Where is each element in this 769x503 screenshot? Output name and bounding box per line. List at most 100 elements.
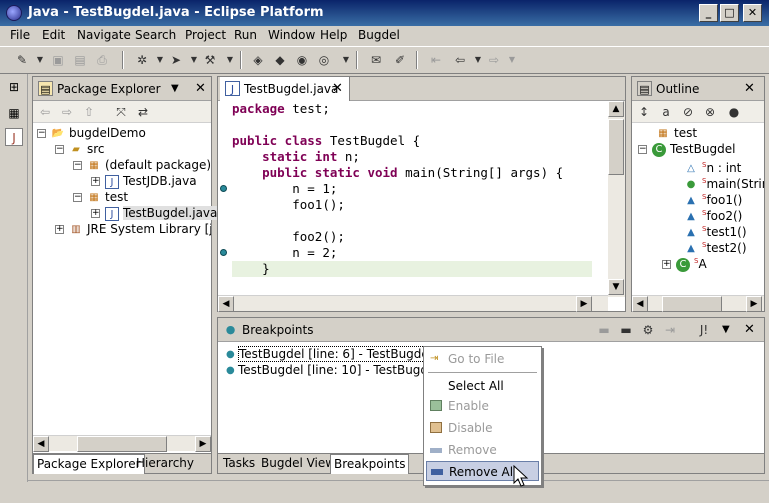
vertical-scrollbar[interactable]: ▲ ▼ xyxy=(608,101,625,297)
menu-enable[interactable]: Enable xyxy=(426,396,539,416)
close-window-button[interactable]: ✕ xyxy=(743,4,762,22)
scroll-left-icon[interactable]: ◀ xyxy=(33,436,49,452)
close-editor-icon[interactable]: ✕ xyxy=(332,81,343,96)
code-area[interactable]: package test; public class TestBugdel { … xyxy=(218,101,608,297)
menu-project[interactable]: Project xyxy=(185,28,226,42)
scroll-right-icon[interactable]: ▶ xyxy=(195,436,211,452)
scroll-right-icon[interactable]: ▶ xyxy=(746,296,762,312)
tree-item-jre[interactable]: + ▥ JRE System Library [j2 xyxy=(55,221,211,237)
search-icon[interactable]: ✐ xyxy=(392,52,408,68)
close-view-icon[interactable]: ✕ xyxy=(744,322,755,337)
scroll-left-icon[interactable]: ◀ xyxy=(632,296,648,312)
back-icon[interactable]: ⇦ xyxy=(37,104,53,120)
collapse-all-icon[interactable]: ⤧ xyxy=(113,104,129,120)
menu-run[interactable]: Run xyxy=(234,28,257,42)
save-all-icon[interactable]: ▤ xyxy=(72,52,88,68)
new-dropdown-2-icon[interactable]: ▼ xyxy=(338,52,354,68)
tab-package-explorer[interactable]: Package Explorer xyxy=(33,454,145,474)
outline-item-test1[interactable]: ▲ Stest1() xyxy=(684,221,746,239)
save-icon[interactable]: ▣ xyxy=(50,52,66,68)
horizontal-scrollbar[interactable]: ◀ ▶ xyxy=(632,295,764,312)
alpha-sort-icon[interactable]: a xyxy=(658,104,674,120)
tree-item-project[interactable]: − 📂 bugdelDemo xyxy=(37,125,146,141)
java-perspective-icon[interactable]: J xyxy=(5,128,23,146)
breakpoint-marker[interactable] xyxy=(220,185,227,192)
outline-item-field[interactable]: △ Sn : int xyxy=(684,157,741,175)
print-icon[interactable]: ⎙ xyxy=(94,52,110,68)
hide-fields-icon[interactable]: ⊘ xyxy=(680,104,696,120)
java-exception-breakpoint-icon[interactable]: J! xyxy=(696,322,712,338)
new-java-project-icon[interactable]: ◈ xyxy=(250,52,266,68)
resource-perspective-icon[interactable]: ▦ xyxy=(5,104,23,122)
horizontal-scrollbar[interactable]: ◀ ▶ xyxy=(33,435,211,452)
external-dropdown-icon[interactable]: ▼ xyxy=(222,52,238,68)
back-dropdown-icon[interactable]: ▼ xyxy=(470,52,486,68)
menu-help[interactable]: Help xyxy=(320,28,347,42)
run-icon[interactable]: ➤ xyxy=(168,52,184,68)
menu-bugdel[interactable]: Bugdel xyxy=(358,28,400,42)
forward-icon[interactable]: ⇨ xyxy=(486,52,502,68)
menu-search[interactable]: Search xyxy=(135,28,176,42)
outline-item-test2[interactable]: ▲ Stest2() xyxy=(684,237,746,255)
breakpoint-item[interactable]: ● TestBugdel [line: 10] - TestBugdel xyxy=(226,362,439,378)
debug-icon[interactable]: ✲ xyxy=(134,52,150,68)
outline-item-main[interactable]: ●Smain(String xyxy=(684,173,764,189)
scroll-thumb[interactable] xyxy=(662,296,722,312)
scroll-thumb[interactable] xyxy=(608,119,624,175)
open-perspective-icon[interactable]: ⊞ xyxy=(5,78,23,96)
scroll-right-icon[interactable]: ▶ xyxy=(576,296,592,312)
menu-window[interactable]: Window xyxy=(268,28,315,42)
close-view-icon[interactable]: ✕ xyxy=(744,81,755,96)
tree-item-testbugdel[interactable]: + J TestBugdel.java xyxy=(91,205,218,221)
tab-tasks[interactable]: Tasks xyxy=(220,456,258,470)
outline-item-foo1[interactable]: ▲ Sfoo1() xyxy=(684,189,742,207)
breakpoint-marker[interactable] xyxy=(220,249,227,256)
breakpoint-item[interactable]: ● TestBugdel [line: 6] - TestBugdel xyxy=(226,346,434,362)
run-dropdown-icon[interactable]: ▼ xyxy=(186,52,202,68)
menu-select-all[interactable]: Select All xyxy=(426,376,539,396)
new-class-icon[interactable]: ◉ xyxy=(294,52,310,68)
hide-static-icon[interactable]: ⊗ xyxy=(702,104,718,120)
open-type-icon[interactable]: ✉ xyxy=(368,52,384,68)
forward-dropdown-icon[interactable]: ▼ xyxy=(504,52,520,68)
scroll-left-icon[interactable]: ◀ xyxy=(218,296,234,312)
hide-nonpublic-icon[interactable]: ● xyxy=(726,104,742,120)
editor-tab[interactable]: J TestBugdel.java ✕ xyxy=(220,77,350,101)
debug-dropdown-icon[interactable]: ▼ xyxy=(152,52,168,68)
tree-item-testjdb[interactable]: + J TestJDB.java xyxy=(91,173,197,189)
horizontal-scrollbar[interactable]: ◀ ▶ xyxy=(218,295,608,312)
tree-item-default-package[interactable]: − ▦ (default package) xyxy=(73,157,211,173)
scroll-down-icon[interactable]: ▼ xyxy=(608,279,624,295)
new-icon[interactable]: ✎ xyxy=(14,52,30,68)
menu-file[interactable]: File xyxy=(10,28,30,42)
maximize-button[interactable]: □ xyxy=(720,4,739,22)
view-menu-icon[interactable]: ▼ xyxy=(171,83,179,94)
minimize-button[interactable]: _ xyxy=(699,4,718,22)
last-edit-icon[interactable]: ⇤ xyxy=(428,52,444,68)
scroll-thumb[interactable] xyxy=(77,436,167,452)
tab-breakpoints[interactable]: Breakpoints xyxy=(330,454,410,474)
up-icon[interactable]: ⇧ xyxy=(81,104,97,120)
menu-go-to-file[interactable]: ⇥ Go to File xyxy=(426,349,539,369)
tree-item-src[interactable]: − ▰ src xyxy=(55,141,105,157)
outline-item-foo2[interactable]: ▲ Sfoo2() xyxy=(684,205,742,223)
outline-item-inner-class[interactable]: + C SA xyxy=(662,253,707,272)
new-dropdown-icon[interactable]: ▼ xyxy=(32,52,48,68)
remove-breakpoint-icon[interactable]: ▬ xyxy=(596,322,612,338)
go-to-file-icon[interactable]: ⇥ xyxy=(662,322,678,338)
outline-item-package[interactable]: ▦ test xyxy=(656,125,697,141)
scroll-up-icon[interactable]: ▲ xyxy=(608,101,624,117)
close-view-icon[interactable]: ✕ xyxy=(195,81,206,96)
menu-navigate[interactable]: Navigate xyxy=(77,28,131,42)
new-interface-icon[interactable]: ◎ xyxy=(316,52,332,68)
menu-edit[interactable]: Edit xyxy=(42,28,65,42)
new-package-icon[interactable]: ◆ xyxy=(272,52,288,68)
show-supported-icon[interactable]: ⚙ xyxy=(640,322,656,338)
tree-item-test-package[interactable]: − ▦ test xyxy=(73,189,128,205)
menu-disable[interactable]: Disable xyxy=(426,418,539,438)
back-icon[interactable]: ⇦ xyxy=(452,52,468,68)
outline-item-class[interactable]: − C TestBugdel xyxy=(638,141,735,157)
link-editor-icon[interactable]: ⇄ xyxy=(135,104,151,120)
forward-icon[interactable]: ⇨ xyxy=(59,104,75,120)
sort-icon[interactable]: ↕ xyxy=(636,104,652,120)
